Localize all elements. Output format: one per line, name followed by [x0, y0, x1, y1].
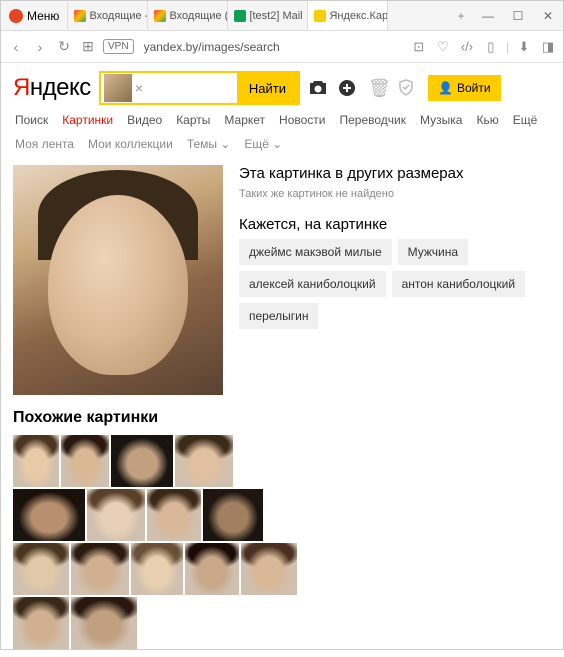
similar-image[interactable] — [13, 543, 69, 595]
search-button[interactable]: Найти — [237, 71, 298, 105]
similar-grid — [13, 435, 303, 649]
yandex-icon — [314, 10, 326, 22]
opera-icon — [9, 9, 23, 23]
similar-image[interactable] — [175, 435, 233, 487]
suggestion-tag[interactable]: джеймс макэвой милые — [239, 239, 392, 265]
similar-image[interactable] — [203, 489, 263, 541]
service-link[interactable]: Новости — [279, 113, 325, 127]
suggestion-tag[interactable]: перелыгин — [239, 303, 318, 329]
subnav-link[interactable]: Темы ⌄ — [187, 137, 231, 151]
search-box: × Найти — [99, 71, 300, 105]
user-icon: 👤 — [438, 81, 453, 95]
home-icon[interactable]: ⊞ — [79, 38, 97, 55]
camera-icon[interactable]: ⊡ — [410, 39, 428, 55]
sizes-heading: Эта картинка в других размерах — [239, 165, 551, 182]
similar-image[interactable] — [111, 435, 173, 487]
services-nav: Поиск Картинки Видео Карты Маркет Новости Пере… — [13, 113, 551, 127]
similar-image[interactable] — [87, 489, 145, 541]
heart-icon[interactable]: ♡ — [434, 39, 452, 55]
similar-heading: Похожие картинки — [13, 409, 551, 427]
bookmark-icon[interactable]: ▯ — [482, 39, 500, 55]
similar-image[interactable] — [61, 435, 109, 487]
yandex-logo[interactable]: Яндекс — [13, 74, 91, 102]
tab-0[interactable]: Входящие -× — [68, 1, 148, 30]
vpn-badge[interactable]: VPN — [103, 39, 134, 54]
subnav-link[interactable]: Мои коллекции — [88, 137, 173, 151]
similar-image[interactable] — [13, 435, 59, 487]
service-link[interactable]: Переводчик — [339, 113, 406, 127]
minimize-button[interactable]: — — [473, 1, 503, 31]
code-icon[interactable]: ‹/› — [458, 39, 476, 54]
suggestion-tag[interactable]: Мужчина — [398, 239, 468, 265]
similar-image[interactable] — [241, 543, 297, 595]
subnav-link[interactable]: Моя лента — [15, 137, 74, 151]
service-link[interactable]: Поиск — [15, 113, 48, 127]
search-thumbnail — [104, 74, 132, 102]
service-link[interactable]: Видео — [127, 113, 162, 127]
suggestion-tag[interactable]: антон каниболоцкий — [392, 271, 525, 297]
similar-image[interactable] — [13, 489, 85, 541]
service-link[interactable]: Картинки — [62, 113, 113, 127]
similar-image[interactable] — [13, 597, 69, 649]
search-input[interactable] — [147, 81, 237, 96]
download-icon[interactable]: ⬇ — [515, 39, 533, 55]
address-bar-input[interactable] — [140, 40, 404, 54]
main-image[interactable] — [13, 165, 223, 395]
plus-icon[interactable] — [338, 79, 360, 97]
tags-container: джеймс макэвой милыеМужчина алексей каниб… — [239, 239, 551, 329]
browser-menu-button[interactable]: Меню — [1, 2, 68, 30]
service-link[interactable]: Карты — [176, 113, 210, 127]
similar-image[interactable] — [71, 543, 129, 595]
menu-label: Меню — [27, 9, 59, 23]
close-window-button[interactable]: ✕ — [533, 1, 563, 31]
similar-image[interactable] — [71, 597, 137, 649]
tab-strip: Входящие -×Входящие (×[test2] Mail×Яндек… — [68, 1, 449, 30]
sidebar-icon[interactable]: ◨ — [539, 39, 557, 55]
camera-search-icon[interactable] — [308, 80, 330, 96]
suggestion-tag[interactable]: алексей каниболоцкий — [239, 271, 386, 297]
service-link[interactable]: Маркет — [224, 113, 265, 127]
service-link[interactable]: Музыка — [420, 113, 462, 127]
bag-icon[interactable]: 🗑 — [368, 78, 390, 99]
clear-thumbnail-icon[interactable]: × — [135, 80, 143, 96]
not-found-text: Таких же картинок не найдено — [239, 188, 551, 200]
window-controls: — ☐ ✕ — [473, 1, 563, 31]
similar-image[interactable] — [147, 489, 201, 541]
tab-2[interactable]: [test2] Mail× — [228, 1, 308, 30]
new-tab-button[interactable]: + — [449, 9, 473, 23]
similar-image[interactable] — [185, 543, 239, 595]
sub-nav: Моя лента Мои коллекции Темы ⌄ Ещё ⌄ — [13, 137, 551, 151]
similar-image[interactable] — [131, 543, 183, 595]
service-link[interactable]: Ещё — [513, 113, 538, 127]
service-link[interactable]: Кью — [476, 113, 498, 127]
subnav-link[interactable]: Ещё ⌄ — [244, 137, 282, 151]
forward-button[interactable]: › — [31, 39, 49, 55]
gmail-icon — [74, 10, 86, 22]
login-button[interactable]: 👤 Войти — [428, 75, 501, 101]
tab-1[interactable]: Входящие (× — [148, 1, 228, 30]
gmail-icon — [154, 10, 166, 22]
maximize-button[interactable]: ☐ — [503, 1, 533, 31]
looks-like-heading: Кажется, на картинке — [239, 216, 551, 233]
shield-icon[interactable] — [398, 79, 420, 97]
reload-button[interactable]: ↻ — [55, 38, 73, 55]
back-button[interactable]: ‹ — [7, 39, 25, 55]
sheets-icon — [234, 10, 246, 22]
tab-3[interactable]: Яндекс.Кар× — [308, 1, 388, 30]
